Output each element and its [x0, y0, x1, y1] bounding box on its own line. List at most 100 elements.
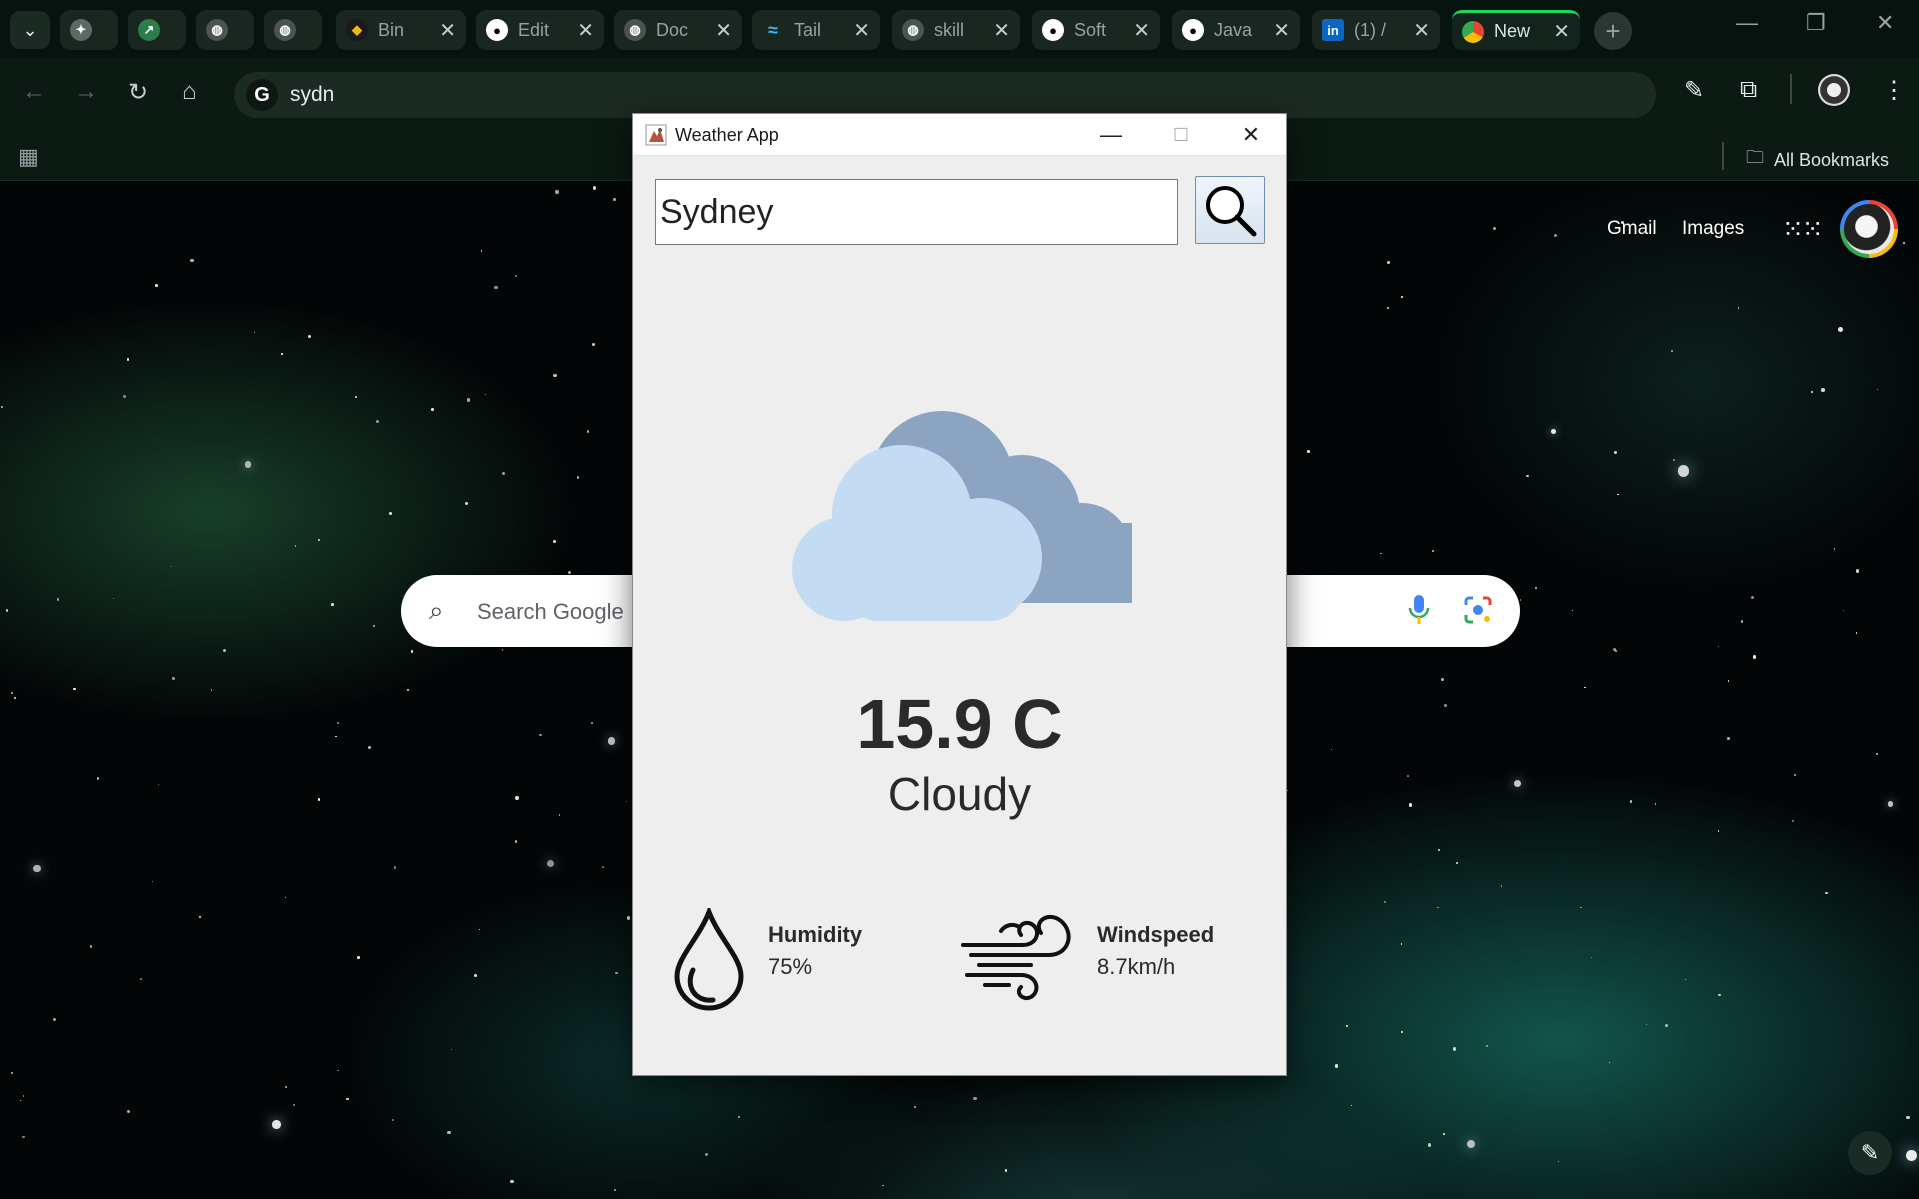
minimize-icon[interactable]: — — [1736, 10, 1758, 36]
star — [1443, 1133, 1446, 1136]
close-icon[interactable]: ✕ — [577, 18, 594, 43]
tab-doc[interactable]: ◍ Doc ✕ — [614, 10, 742, 50]
star — [388, 511, 393, 516]
tab-2[interactable]: ↗ — [128, 10, 186, 50]
star — [171, 676, 176, 681]
star — [294, 545, 296, 547]
window-title-bar[interactable]: Weather App — ☐ ✕ — [633, 114, 1286, 156]
close-window-icon[interactable]: ✕ — [1876, 10, 1894, 36]
star — [1665, 1023, 1669, 1028]
tab-search-button[interactable]: ⌄ — [10, 11, 50, 49]
tab-label: Java — [1214, 19, 1253, 40]
tab-tailwind[interactable]: ≈ Tail ✕ — [752, 10, 880, 50]
back-icon[interactable]: ← — [22, 78, 46, 106]
apps-grid-icon[interactable]: ▦ — [18, 144, 39, 170]
star — [1590, 956, 1592, 958]
star — [614, 1188, 617, 1192]
tab-4[interactable]: ◍ — [264, 10, 322, 50]
tab-linkedin[interactable]: in (1) / ✕ — [1312, 10, 1440, 50]
forward-icon[interactable]: → — [74, 78, 98, 106]
star — [1571, 610, 1573, 612]
star — [410, 650, 414, 653]
star — [973, 1096, 977, 1101]
customize-pencil-icon[interactable]: ✎ — [1848, 1131, 1892, 1175]
star — [615, 971, 618, 975]
humidity-label: Humidity — [768, 922, 863, 947]
star — [539, 733, 542, 736]
star — [553, 539, 557, 544]
close-icon[interactable]: ✕ — [1413, 18, 1430, 43]
restore-icon[interactable]: ❐ — [1806, 10, 1826, 36]
account-avatar[interactable] — [1840, 200, 1898, 258]
star — [198, 915, 201, 918]
images-link[interactable]: Images — [1682, 218, 1744, 240]
close-icon[interactable]: ✕ — [1133, 18, 1150, 43]
star — [1486, 1045, 1489, 1048]
tab-label: Soft — [1074, 19, 1107, 40]
close-icon[interactable]: ✕ — [853, 18, 870, 43]
star — [1903, 242, 1905, 244]
home-icon[interactable]: ⌂ — [182, 78, 197, 106]
star — [1384, 901, 1387, 904]
google-apps-icon[interactable]: ⁙⁙ — [1782, 214, 1824, 245]
globe-icon: ◍ — [274, 19, 296, 41]
address-bar[interactable]: G sydn — [234, 72, 1656, 118]
star — [33, 864, 41, 873]
tab-github-java[interactable]: ● Java ✕ — [1172, 10, 1300, 50]
close-icon[interactable]: ✕ — [1553, 19, 1570, 44]
minimize-button[interactable]: — — [1079, 118, 1143, 152]
gmail-link[interactable]: Gmail — [1607, 218, 1657, 240]
star — [1617, 493, 1619, 496]
lens-icon[interactable] — [1463, 595, 1493, 625]
star — [11, 1072, 14, 1075]
tab-new-tab[interactable]: New ✕ — [1452, 10, 1580, 50]
extensions-icon[interactable]: ⧉ — [1740, 76, 1757, 104]
star — [1751, 596, 1755, 600]
reload-icon[interactable]: ↻ — [128, 78, 148, 107]
star — [1670, 349, 1673, 352]
menu-icon[interactable]: ⋮ — [1882, 76, 1906, 105]
star — [368, 746, 372, 750]
star — [705, 1153, 709, 1157]
star — [1553, 234, 1557, 238]
maximize-button[interactable]: ☐ — [1149, 118, 1213, 152]
city-input[interactable] — [655, 179, 1178, 245]
star — [1791, 819, 1795, 823]
humidity-drop-icon — [674, 908, 744, 1011]
all-bookmarks-label: All Bookmarks — [1774, 149, 1890, 170]
profile-avatar[interactable] — [1818, 74, 1850, 106]
window-title: Weather App — [675, 125, 779, 145]
windspeed-value: 8.7km/h — [1097, 954, 1176, 979]
star — [1810, 391, 1813, 394]
tab-skill[interactable]: ◍ skill ✕ — [892, 10, 1020, 50]
tab-github-soft[interactable]: ● Soft ✕ — [1032, 10, 1160, 50]
star — [1387, 306, 1390, 309]
google-search-placeholder[interactable]: Search Google — [477, 599, 624, 625]
star — [373, 624, 376, 628]
close-icon[interactable]: ✕ — [993, 18, 1010, 43]
star — [1727, 680, 1730, 682]
search-button[interactable] — [1195, 176, 1265, 244]
star — [626, 916, 630, 920]
address-bar-text[interactable]: sydn — [290, 83, 334, 107]
tab-1[interactable]: ✦ — [60, 10, 118, 50]
star — [1876, 389, 1878, 391]
star — [1330, 749, 1333, 751]
bookmarks-divider — [1722, 142, 1724, 170]
star — [1855, 569, 1860, 573]
star — [1684, 978, 1687, 981]
star — [1513, 779, 1522, 788]
close-icon[interactable]: ✕ — [715, 18, 732, 43]
star — [1004, 1169, 1007, 1172]
close-icon[interactable]: ✕ — [439, 18, 456, 43]
tab-binance[interactable]: ◆ Bin ✕ — [336, 10, 466, 50]
eyedropper-icon[interactable]: ✎ — [1684, 76, 1704, 105]
tab-github-edit[interactable]: ● Edit ✕ — [476, 10, 604, 50]
microphone-icon[interactable] — [1406, 593, 1432, 627]
close-icon[interactable]: ✕ — [1273, 18, 1290, 43]
new-tab-button[interactable]: + — [1594, 12, 1632, 50]
star — [22, 1095, 25, 1097]
tab-3[interactable]: ◍ — [196, 10, 254, 50]
all-bookmarks-button[interactable]: 🗀 All Bookmarks — [1746, 145, 1889, 175]
close-button[interactable]: ✕ — [1219, 118, 1283, 152]
